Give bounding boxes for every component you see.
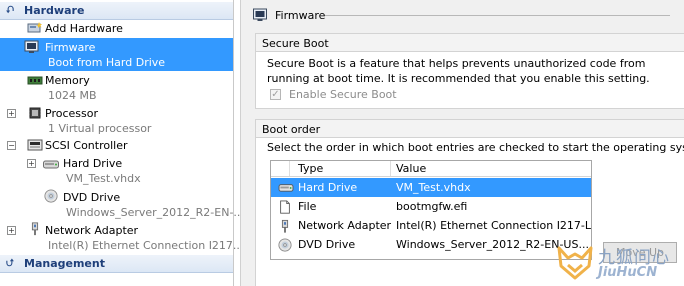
sidebar-item-label: Add Hardware	[45, 22, 123, 35]
firmware-icon	[24, 40, 39, 53]
boot-entry-row[interactable]: DVD Drive Windows_Server_2012_R2-EN-US..…	[271, 235, 591, 254]
firmware-icon	[253, 8, 267, 21]
sidebar-item-label: SCSI Controller	[45, 139, 128, 152]
boot-entry-value: bootmgfw.efi	[396, 200, 468, 213]
list-header: Type Value	[271, 161, 591, 177]
column-header-type[interactable]: Type	[298, 162, 323, 175]
boot-order-list[interactable]: Type Value Hard Drive VM_Test.vhdx File …	[270, 160, 592, 260]
enable-secure-boot-label: Enable Secure Boot	[289, 88, 397, 101]
sidebar-item-hard-drive[interactable]: + Hard Drive VM_Test.vhdx	[0, 155, 233, 186]
page-title: Firmware	[275, 9, 326, 22]
processor-icon	[29, 107, 41, 119]
network-adapter-icon	[31, 222, 39, 236]
boot-order-title: Boot order	[262, 123, 321, 136]
management-section-header[interactable]: ⮍ Management	[0, 255, 233, 273]
sidebar-item-sublabel: 1 Virtual processor	[48, 122, 152, 135]
sidebar-item-processor[interactable]: + Processor 1 Virtual processor	[0, 105, 233, 135]
hard-drive-icon	[278, 184, 294, 192]
scsi-controller-icon	[27, 139, 43, 151]
sidebar-item-sublabel: Windows_Server_2012_R2-EN-...	[66, 206, 244, 219]
add-hardware-icon	[27, 22, 42, 33]
sidebar-item-label: Firmware	[45, 41, 96, 54]
column-separator	[289, 161, 290, 176]
secure-boot-description: Secure Boot is a feature that helps prev…	[267, 57, 650, 85]
boot-entry-value: VM_Test.vhdx	[396, 181, 471, 194]
management-header-label: Management	[24, 257, 105, 270]
sidebar-item-network-adapter[interactable]: + Network Adapter Intel(R) Ethernet Conn…	[0, 222, 243, 252]
network-adapter-icon	[281, 219, 289, 233]
hardware-tree-pane: ⮏ Hardware Add Hardware Firmware Boot fr…	[0, 0, 244, 286]
collapse-chevron-icon[interactable]: ⮏	[6, 3, 14, 20]
column-header-value[interactable]: Value	[396, 162, 426, 175]
dvd-drive-icon	[278, 238, 292, 252]
sidebar-item-add-hardware[interactable]: Add Hardware	[0, 20, 233, 37]
sidebar-item-sublabel: Intel(R) Ethernet Connection I217...	[48, 239, 244, 252]
file-icon	[280, 200, 290, 214]
expand-icon[interactable]: +	[27, 159, 36, 168]
boot-entry-value: Intel(R) Ethernet Connection I217-L...	[396, 219, 591, 232]
memory-icon	[27, 76, 43, 85]
sidebar-item-sublabel: 1024 MB	[48, 89, 97, 102]
hardware-header-label: Hardware	[24, 4, 85, 17]
boot-order-description: Select the order in which boot entries a…	[267, 141, 684, 154]
hardware-section-header[interactable]: ⮏ Hardware	[0, 2, 233, 20]
title-divider	[325, 15, 670, 16]
sidebar-item-label: Processor	[45, 107, 98, 120]
sidebar-item-dvd-drive[interactable]: DVD Drive Windows_Server_2012_R2-EN-...	[0, 189, 244, 220]
boot-entry-type: Network Adapter	[298, 219, 392, 232]
expand-icon[interactable]: +	[7, 226, 16, 235]
boot-entry-row[interactable]: Network Adapter Intel(R) Ethernet Connec…	[271, 216, 591, 235]
column-separator	[390, 161, 391, 176]
hard-drive-icon	[43, 160, 59, 169]
sidebar-item-sublabel: Boot from Hard Drive	[48, 56, 166, 69]
dvd-drive-icon	[44, 189, 58, 203]
boot-entry-type: DVD Drive	[298, 238, 356, 251]
sidebar-item-sublabel: VM_Test.vhdx	[66, 172, 141, 185]
boot-entry-type: Hard Drive	[298, 181, 358, 194]
expand-icon[interactable]: +	[7, 109, 16, 118]
enable-secure-boot-checkbox[interactable]: ✓	[270, 89, 281, 100]
watermark-text-en: JiuHuCN	[598, 265, 658, 280]
boot-entry-type: File	[298, 200, 317, 213]
boot-entry-row[interactable]: Hard Drive VM_Test.vhdx	[271, 178, 591, 197]
secure-boot-title: Secure Boot	[262, 37, 329, 50]
sidebar-item-scsi-controller[interactable]: − SCSI Controller	[0, 137, 233, 154]
sidebar-item-label: Network Adapter	[45, 224, 139, 237]
sidebar-item-label: Hard Drive	[63, 157, 123, 170]
sidebar-item-label: Memory	[45, 74, 90, 87]
boot-entry-row[interactable]: File bootmgfw.efi	[271, 197, 591, 216]
watermark-logo: 九狐问心 JiuHuCN	[552, 238, 684, 286]
sidebar-item-memory[interactable]: Memory 1024 MB	[0, 72, 233, 102]
secure-boot-body: Secure Boot is a feature that helps prev…	[256, 51, 684, 108]
expand-chevron-icon[interactable]: ⮍	[6, 256, 14, 273]
sidebar-item-label: DVD Drive	[63, 191, 121, 204]
sidebar-item-firmware[interactable]: Firmware Boot from Hard Drive	[0, 38, 233, 71]
collapse-icon[interactable]: −	[7, 141, 16, 150]
fox-logo-icon	[557, 246, 593, 280]
secure-boot-group: Secure Boot Secure Boot is a feature tha…	[255, 33, 684, 109]
